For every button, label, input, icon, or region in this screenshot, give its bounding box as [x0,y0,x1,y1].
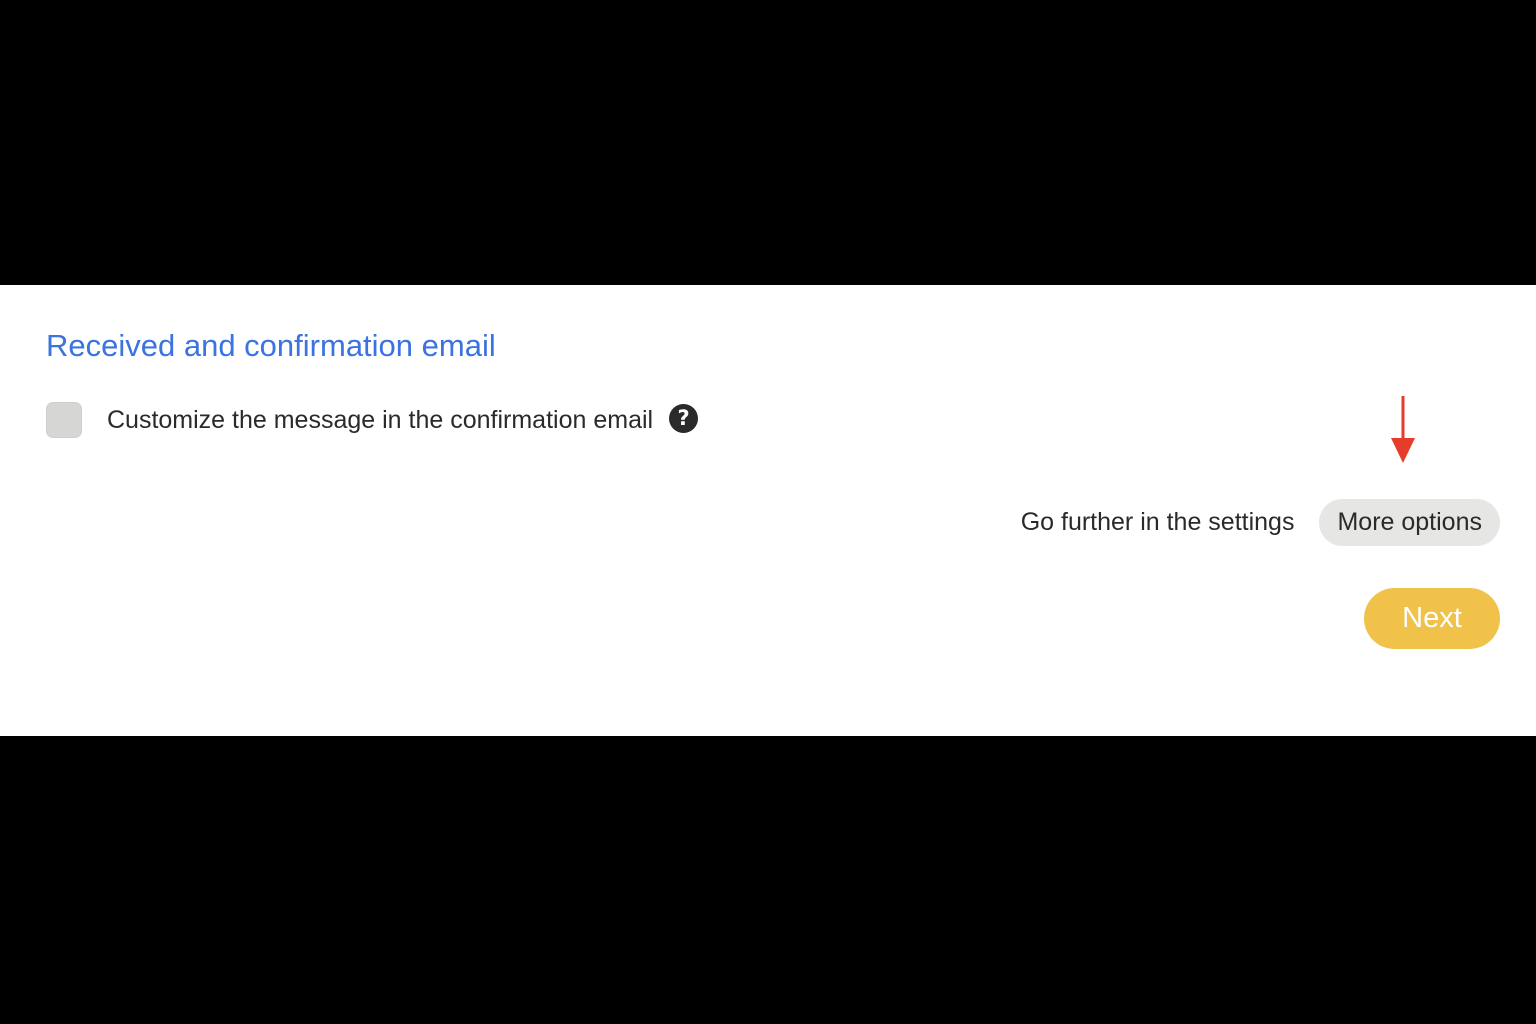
email-settings-panel: Received and confirmation email Customiz… [0,285,1536,736]
settings-row: Go further in the settings More options [1021,499,1500,546]
section-title: Received and confirmation email [46,328,496,363]
next-button[interactable]: Next [1364,588,1500,649]
more-options-button[interactable]: More options [1319,499,1500,546]
customize-message-checkbox[interactable] [46,402,82,438]
red-down-arrow-icon [1391,396,1415,463]
customize-message-label: Customize the message in the confirmatio… [107,405,654,434]
letterbox-bottom [0,736,1536,1024]
settings-hint: Go further in the settings [1020,508,1295,536]
question-circle-icon[interactable]: ? [669,403,699,433]
customize-message-option: Customize the message in the confirmatio… [46,401,699,439]
letterbox-top [0,0,1536,285]
